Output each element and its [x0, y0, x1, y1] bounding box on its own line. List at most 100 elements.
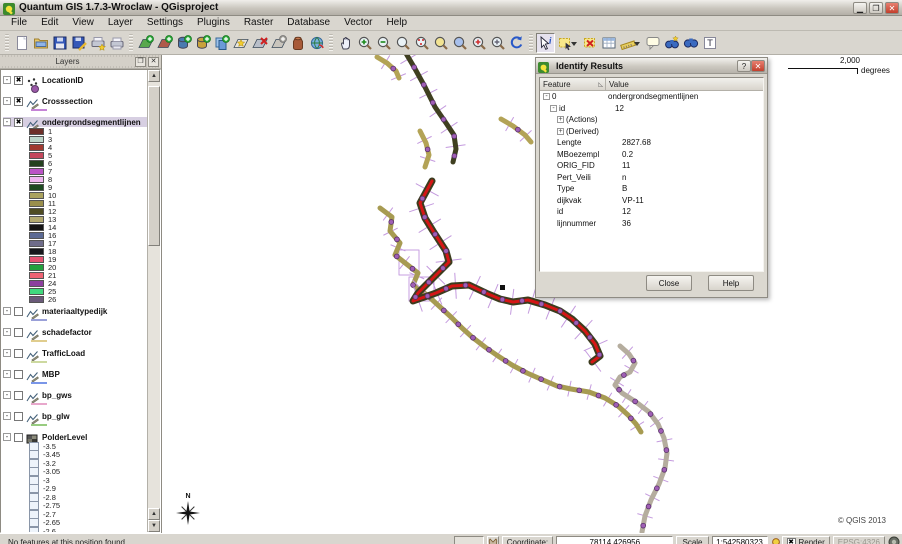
- zoom-in-icon[interactable]: [355, 33, 374, 53]
- text-annotation-icon[interactable]: T: [700, 33, 719, 53]
- map-canvas[interactable]: 2,000 degrees N © Q: [162, 55, 902, 533]
- layer-item-mbp[interactable]: -MBP: [3, 369, 147, 379]
- legend-class-item[interactable]: 13: [3, 215, 147, 223]
- legend-class-item[interactable]: 9: [3, 183, 147, 191]
- scale-input[interactable]: [712, 536, 768, 544]
- legend-class-item[interactable]: 18: [3, 247, 147, 255]
- zoom-native-icon[interactable]: [393, 33, 412, 53]
- scroll-up2-icon[interactable]: ▲: [148, 508, 160, 520]
- legend-class-item[interactable]: 12: [3, 207, 147, 215]
- menu-help[interactable]: Help: [379, 16, 414, 30]
- legend-class-item[interactable]: 10: [3, 191, 147, 199]
- zoom-to-layer-icon[interactable]: [431, 33, 450, 53]
- legend-class-item[interactable]: 4: [3, 143, 147, 151]
- pan-map-icon[interactable]: [336, 33, 355, 53]
- layers-scrollbar[interactable]: ▲ ▲ ▼: [147, 70, 160, 532]
- legend-class-item[interactable]: 19: [3, 255, 147, 263]
- open-attribute-table-icon[interactable]: [599, 33, 618, 53]
- zoom-next-icon[interactable]: [469, 33, 488, 53]
- menu-layer[interactable]: Layer: [101, 16, 140, 30]
- expander-icon[interactable]: -: [3, 391, 11, 399]
- result-row[interactable]: Lengte2827.68: [540, 137, 763, 149]
- identify-results-table[interactable]: Feature◺ Value -0ondergrondsegmentlijnen…: [539, 77, 764, 272]
- raster-value-item[interactable]: -2.8: [3, 493, 147, 502]
- save-project-as-icon[interactable]: [69, 33, 88, 53]
- result-row[interactable]: id12: [540, 206, 763, 218]
- panel-float-button[interactable]: ❐: [135, 57, 146, 67]
- add-raster-layer-icon[interactable]: [155, 33, 174, 53]
- layer-checkbox[interactable]: [14, 412, 23, 421]
- expander-icon[interactable]: -: [3, 433, 11, 441]
- expander-icon[interactable]: -: [3, 118, 11, 126]
- menu-settings[interactable]: Settings: [140, 16, 190, 30]
- new-bookmark-icon[interactable]: [662, 33, 681, 53]
- layer-checkbox[interactable]: ✖: [14, 97, 23, 106]
- zoom-out-icon[interactable]: [374, 33, 393, 53]
- expander-icon[interactable]: -: [543, 93, 550, 100]
- legend-class-item[interactable]: 24: [3, 279, 147, 287]
- toolbar-grip[interactable]: [529, 34, 533, 52]
- deselect-features-icon[interactable]: [580, 33, 599, 53]
- raster-value-item[interactable]: -3.45: [3, 451, 147, 460]
- dropdown-arrow-icon[interactable]: [634, 42, 640, 46]
- dialog-title-bar[interactable]: Identify Results ? ✕: [536, 58, 767, 74]
- legend-class-item[interactable]: 6: [3, 159, 147, 167]
- close-button[interactable]: ✕: [885, 2, 899, 14]
- result-row[interactable]: lijnnummer36: [540, 218, 763, 230]
- dialog-close-icon[interactable]: ✕: [751, 60, 765, 72]
- legend-class-item[interactable]: 3: [3, 135, 147, 143]
- raster-value-item[interactable]: -3: [3, 476, 147, 485]
- legend-class-item[interactable]: 7: [3, 167, 147, 175]
- layer-item-bp_glw[interactable]: -bp_glw: [3, 411, 147, 421]
- layer-checkbox[interactable]: [14, 391, 23, 400]
- result-row[interactable]: dijkvakVP-11: [540, 195, 763, 207]
- menu-raster[interactable]: Raster: [237, 16, 280, 30]
- menu-database[interactable]: Database: [280, 16, 337, 30]
- toolbar-grip[interactable]: [329, 34, 333, 52]
- legend-class-item[interactable]: 21: [3, 271, 147, 279]
- result-row[interactable]: ORIG_FID11: [540, 160, 763, 172]
- refresh-map-icon[interactable]: [507, 33, 526, 53]
- column-header-value[interactable]: Value: [606, 78, 763, 90]
- show-bookmarks-icon[interactable]: [681, 33, 700, 53]
- layers-panel-header[interactable]: Layers ❐ ✕: [0, 55, 161, 69]
- layer-item-locationid[interactable]: -✖LocationID: [3, 75, 147, 85]
- expander-icon[interactable]: -: [3, 349, 11, 357]
- raster-value-item[interactable]: -3.05: [3, 468, 147, 477]
- layer-checkbox[interactable]: [14, 307, 23, 316]
- render-checkbox[interactable]: ✖ Render: [782, 536, 830, 544]
- legend-class-item[interactable]: 1: [3, 127, 147, 135]
- add-wfs-layer-icon[interactable]: [307, 33, 326, 53]
- layer-checkbox[interactable]: ✖: [14, 76, 23, 85]
- restore-button[interactable]: ❐: [869, 2, 883, 14]
- layer-item-ondergrondsegmentlijnen[interactable]: -✖ondergrondsegmentlijnen: [3, 117, 147, 127]
- toolbar-grip[interactable]: [5, 34, 9, 52]
- dropdown-arrow-icon[interactable]: [571, 42, 577, 46]
- measure-line-icon[interactable]: [618, 33, 637, 53]
- add-spatialite-layer-icon[interactable]: [193, 33, 212, 53]
- legend-class-item[interactable]: 11: [3, 199, 147, 207]
- expander-icon[interactable]: -: [3, 412, 11, 420]
- scroll-up-icon[interactable]: ▲: [148, 70, 160, 82]
- save-project-icon[interactable]: [50, 33, 69, 53]
- add-postgis-layer-icon[interactable]: [174, 33, 193, 53]
- title-bar[interactable]: Quantum GIS 1.7.3-Wroclaw - QGisproject …: [0, 0, 902, 16]
- scrollbar-thumb[interactable]: [148, 86, 160, 246]
- add-vector-layer-icon[interactable]: [136, 33, 155, 53]
- scroll-down-icon[interactable]: ▼: [148, 520, 160, 532]
- minimize-button[interactable]: ▁: [853, 2, 867, 14]
- raster-value-item[interactable]: -3.5: [3, 442, 147, 451]
- zoom-to-selection-icon[interactable]: [412, 33, 431, 53]
- zoom-full-icon[interactable]: [488, 33, 507, 53]
- toolbar-grip[interactable]: [129, 34, 133, 52]
- layer-checkbox[interactable]: [14, 349, 23, 358]
- result-row[interactable]: -id12: [540, 103, 763, 115]
- identify-features-icon[interactable]: i: [536, 33, 555, 53]
- legend-class-item[interactable]: 8: [3, 175, 147, 183]
- zoom-last-icon[interactable]: [450, 33, 469, 53]
- legend-class-item[interactable]: 26: [3, 295, 147, 303]
- layer-checkbox[interactable]: ✖: [14, 118, 23, 127]
- layer-checkbox[interactable]: [14, 370, 23, 379]
- layer-item-polderlevel[interactable]: -PolderLevel: [3, 432, 147, 442]
- legend-class-item[interactable]: 14: [3, 223, 147, 231]
